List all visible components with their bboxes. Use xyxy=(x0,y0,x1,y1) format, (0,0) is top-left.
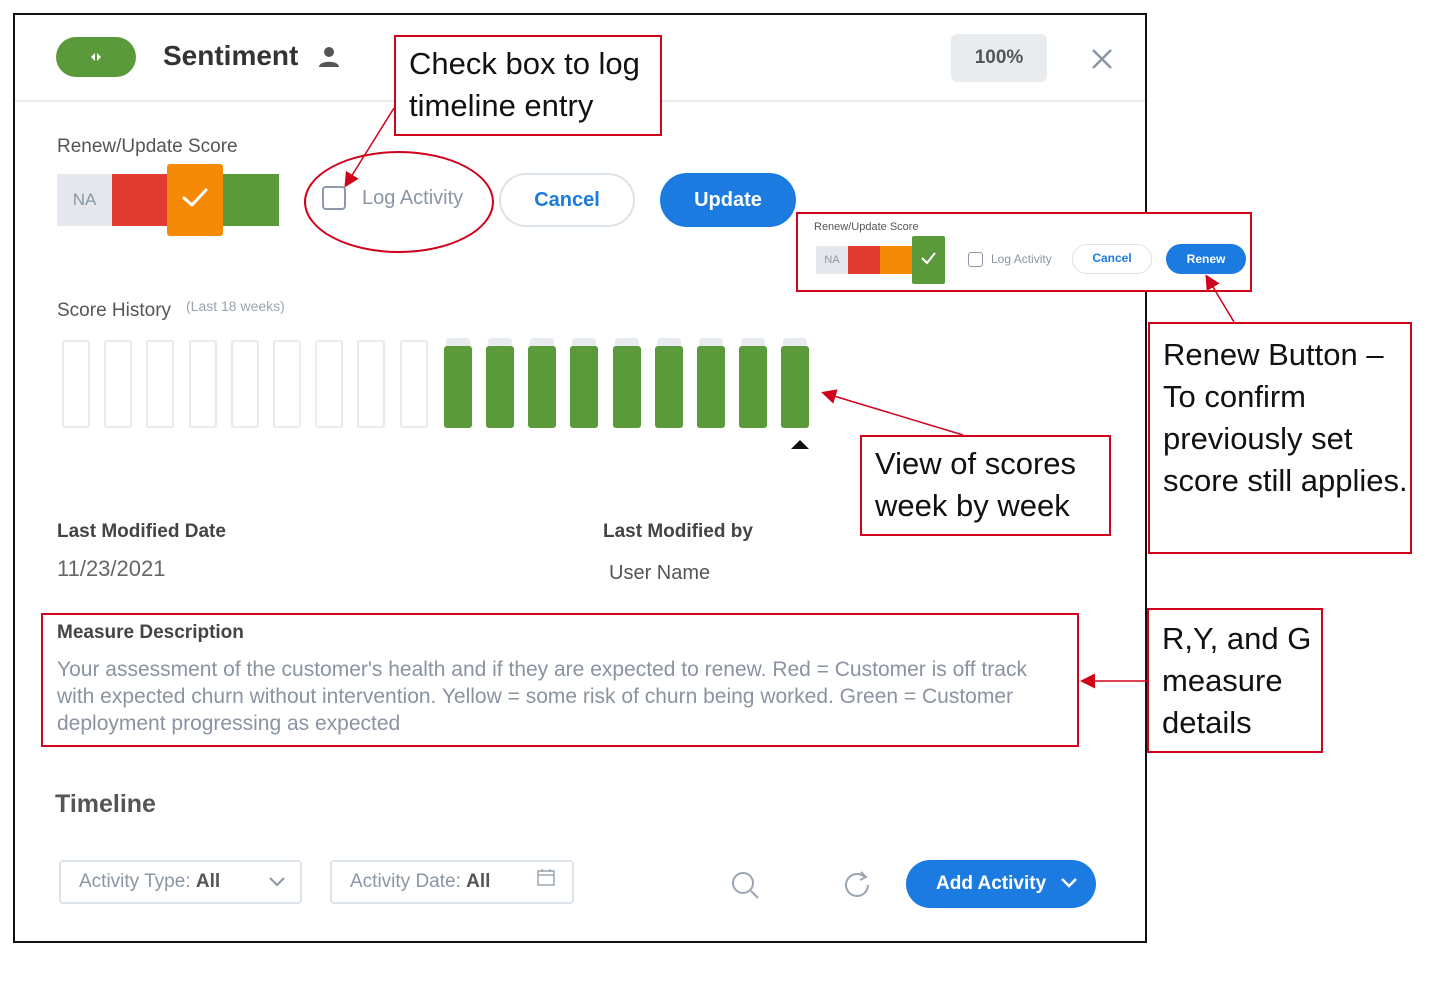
renew-button[interactable]: Renew xyxy=(1166,244,1246,274)
score-history-week-12[interactable] xyxy=(528,338,556,428)
score-history-week-17[interactable] xyxy=(739,338,767,428)
callout-weekly-view-text: View of scores week by week xyxy=(875,446,1077,523)
score-history-week-13[interactable] xyxy=(570,338,598,428)
cancel-button[interactable]: Cancel xyxy=(499,173,635,227)
callout-measure-details: R,Y, and G measure details xyxy=(1147,608,1323,753)
score-history-week-14[interactable] xyxy=(613,338,641,428)
activity-type-label: Activity Type: xyxy=(79,871,191,892)
measure-description-title: Measure Description xyxy=(57,622,244,643)
callout-weekly-view: View of scores week by week xyxy=(860,435,1111,536)
calendar-icon xyxy=(536,862,556,902)
mini-cancel-button[interactable]: Cancel xyxy=(1072,244,1152,274)
renew-panel-inset: Renew/Update Score NA Log Activity Cance… xyxy=(796,212,1252,292)
score-label: Renew/Update Score xyxy=(57,136,238,157)
update-button[interactable]: Update xyxy=(660,173,796,227)
mini-score-option-red[interactable] xyxy=(848,246,880,274)
refresh-icon[interactable] xyxy=(842,870,874,905)
log-activity-highlight-ellipse xyxy=(304,151,494,253)
mini-score-option-na[interactable]: NA xyxy=(816,246,848,274)
callout-renew-button: Renew Button – To confirm previously set… xyxy=(1148,322,1412,554)
score-selector: NA xyxy=(57,164,279,236)
score-history-week-2[interactable] xyxy=(104,340,132,428)
score-history-week-18[interactable] xyxy=(781,338,809,428)
activity-type-filter[interactable]: Activity Type: All xyxy=(59,860,302,904)
activity-date-value: All xyxy=(466,871,491,892)
timeline-title: Timeline xyxy=(55,790,156,818)
callout-renew-button-text: Renew Button – To confirm previously set… xyxy=(1163,337,1408,498)
score-history-week-3[interactable] xyxy=(146,340,174,428)
mini-score-option-green[interactable] xyxy=(912,236,945,284)
expand-arrows-icon xyxy=(90,51,102,63)
chevron-down-icon xyxy=(268,863,286,903)
page-title: Sentiment xyxy=(163,40,299,71)
close-icon[interactable] xyxy=(1089,46,1115,72)
activity-type-value: All xyxy=(195,871,221,892)
activity-date-label: Activity Date: xyxy=(350,871,461,892)
expand-toggle-button[interactable] xyxy=(56,37,136,77)
score-history-week-10[interactable] xyxy=(444,338,472,428)
score-option-na[interactable]: NA xyxy=(57,174,112,226)
score-history-week-6[interactable] xyxy=(273,340,301,428)
score-history-week-4[interactable] xyxy=(189,340,217,428)
score-history-week-11[interactable] xyxy=(486,338,514,428)
score-option-green[interactable] xyxy=(223,174,279,226)
score-history-label: Score History xyxy=(57,300,172,321)
percent-badge: 100% xyxy=(951,34,1047,82)
score-history-week-7[interactable] xyxy=(315,340,343,428)
check-icon xyxy=(181,186,209,215)
score-option-yellow[interactable] xyxy=(167,164,223,236)
activity-date-filter[interactable]: Activity Date: All xyxy=(330,860,574,904)
add-activity-label: Add Activity xyxy=(936,873,1047,894)
add-activity-button[interactable]: Add Activity xyxy=(906,860,1096,908)
mini-score-option-yellow[interactable] xyxy=(880,246,912,274)
score-history-week-15[interactable] xyxy=(655,338,683,428)
score-history-week-8[interactable] xyxy=(357,340,385,428)
score-history-week-16[interactable] xyxy=(697,338,725,428)
measure-description-text: Your assessment of the customer's health… xyxy=(57,658,1027,735)
person-icon xyxy=(318,45,340,69)
mini-log-activity-checkbox[interactable] xyxy=(968,252,983,267)
score-history-week-1[interactable] xyxy=(62,340,90,428)
chevron-down-icon xyxy=(1060,860,1078,908)
check-icon xyxy=(920,251,937,270)
callout-log-entry: Check box to log timeline entry xyxy=(394,35,662,136)
callout-log-entry-text: Check box to log timeline entry xyxy=(409,46,640,123)
last-modified-date-label: Last Modified Date xyxy=(57,521,226,542)
score-history-sublabel: (Last 18 weeks) xyxy=(186,298,285,314)
callout-measure-details-text: R,Y, and G measure details xyxy=(1162,621,1312,740)
mini-score-label: Renew/Update Score xyxy=(814,221,919,233)
last-modified-by-value: User Name xyxy=(609,562,711,584)
score-option-red[interactable] xyxy=(112,174,167,226)
last-modified-date-value: 11/23/2021 xyxy=(57,556,166,581)
mini-log-activity-label: Log Activity xyxy=(991,252,1052,266)
score-history-week-5[interactable] xyxy=(231,340,259,428)
score-history-week-9[interactable] xyxy=(400,340,428,428)
last-modified-by-label: Last Modified by xyxy=(603,521,753,542)
current-week-caret-icon xyxy=(791,440,809,449)
search-icon[interactable] xyxy=(730,870,760,905)
score-history-bars xyxy=(62,338,822,430)
